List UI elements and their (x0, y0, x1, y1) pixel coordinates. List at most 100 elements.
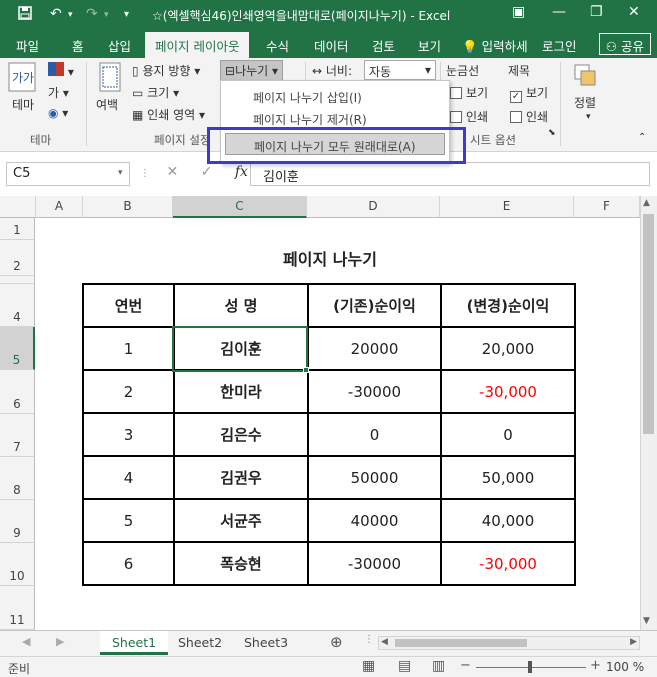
column-header-c[interactable]: C (173, 196, 307, 218)
orientation-button[interactable]: ▯ 용지 방향 ▾ (132, 62, 200, 79)
tab-file[interactable]: 파일 (16, 36, 39, 55)
restore-button[interactable]: ❐ (590, 4, 603, 20)
save-icon[interactable] (18, 6, 32, 24)
cancel-icon[interactable]: ✕ (166, 164, 178, 180)
themes-button[interactable]: 가가 (8, 62, 36, 92)
name-box[interactable]: C5 (6, 162, 130, 186)
row-header-9[interactable]: 9 (0, 500, 35, 543)
minimize-button[interactable]: — (552, 4, 566, 20)
row-header-2[interactable]: 2 (0, 240, 35, 276)
tab-data[interactable]: 데이터 (314, 36, 349, 55)
normal-view-icon[interactable]: ▦ (362, 658, 375, 674)
close-button[interactable]: ✕ (628, 4, 640, 20)
row-header-5[interactable]: 5 (0, 327, 35, 370)
scroll-tabs-right-icon[interactable]: ▶ (56, 635, 64, 648)
zoom-in-icon[interactable]: + (590, 658, 601, 673)
cell-no[interactable]: 4 (82, 455, 175, 500)
enter-icon[interactable]: ✓ (201, 164, 213, 180)
row-header-11[interactable]: 11 (0, 586, 35, 630)
headings-print-checkbox[interactable]: 인쇄 (510, 108, 548, 125)
share-button[interactable]: ⚇ 공유 (598, 33, 651, 55)
cell-old-profit[interactable]: 50000 (307, 455, 442, 500)
gridlines-print-checkbox[interactable]: 인쇄 (450, 108, 488, 125)
undo-dropdown-icon[interactable]: ▾ (68, 10, 73, 20)
column-header-e[interactable]: E (440, 196, 574, 218)
collapse-ribbon-icon[interactable]: ⌃ (638, 132, 646, 143)
cell-name[interactable]: 서균주 (173, 498, 309, 543)
insert-function-icon[interactable]: fx (235, 164, 248, 180)
tab-review[interactable]: 검토 (372, 36, 395, 55)
cell-old-profit[interactable]: 40000 (307, 498, 442, 543)
cell-name[interactable]: 김권우 (173, 455, 309, 500)
header-cell-new-profit[interactable]: (변경)순이익 (440, 283, 576, 328)
cell-new-profit[interactable]: -30,000 (440, 541, 576, 586)
redo-dropdown-icon[interactable]: ▾ (104, 10, 109, 20)
sheet-tab-sheet3[interactable]: Sheet3 (232, 631, 300, 655)
formula-input[interactable]: 김이훈 (250, 162, 650, 186)
new-sheet-plus-icon[interactable]: ⊕ (330, 633, 343, 651)
undo-icon[interactable]: ↶ (50, 6, 62, 22)
header-cell-old-profit[interactable]: (기존)순이익 (307, 283, 442, 328)
cell-no[interactable]: 6 (82, 541, 175, 586)
redo-icon[interactable]: ↷ (86, 6, 98, 22)
header-cell-name[interactable]: 성 명 (173, 283, 309, 328)
row-header-7[interactable]: 7 (0, 414, 35, 457)
row-header-3[interactable] (0, 276, 35, 284)
fonts-button[interactable]: 가 ▾ (48, 84, 69, 101)
size-button[interactable]: ▭ 크기 ▾ (132, 84, 179, 101)
cell-new-profit[interactable]: 20,000 (440, 326, 576, 371)
ribbon-display-options-icon[interactable]: ▣ (512, 4, 525, 20)
row-header-6[interactable]: 6 (0, 370, 35, 414)
cell-old-profit[interactable]: -30000 (307, 369, 442, 414)
sheet-tab-sheet1[interactable]: Sheet1 (100, 631, 169, 655)
cell-name[interactable]: 폭승현 (173, 541, 309, 586)
cell-old-profit[interactable]: -30000 (307, 541, 442, 586)
gridlines-view-checkbox[interactable]: 보기 (450, 84, 488, 101)
print-area-button[interactable]: ▦ 인쇄 영역 ▾ (132, 106, 205, 123)
fill-handle[interactable] (303, 367, 309, 373)
horizontal-scrollbar[interactable]: ◀ ▶ (378, 636, 640, 650)
tab-home[interactable]: 홈 (72, 36, 84, 55)
cell-new-profit[interactable]: 0 (440, 412, 576, 457)
zoom-level[interactable]: 100 % (606, 660, 644, 674)
cell-no[interactable]: 5 (82, 498, 175, 543)
row-header-4[interactable]: 4 (0, 284, 35, 327)
tab-page-layout[interactable]: 페이지 레이아웃 (145, 32, 250, 58)
effects-button[interactable]: ◉ ▾ (48, 106, 68, 120)
sheet-tab-sheet2[interactable]: Sheet2 (166, 631, 234, 655)
cell-name[interactable]: 한미라 (173, 369, 309, 414)
scroll-tabs-left-icon[interactable]: ◀ (22, 635, 30, 648)
width-select[interactable]: 자동 ▾ (364, 60, 436, 80)
customize-quick-access-icon[interactable]: ▾ (124, 9, 129, 20)
column-header-f[interactable]: F (574, 196, 640, 218)
cell-no[interactable]: 3 (82, 412, 175, 457)
scroll-left-icon[interactable]: ◀ (381, 637, 388, 647)
tab-formulas[interactable]: 수식 (266, 36, 289, 55)
header-cell-no[interactable]: 연번 (82, 283, 175, 328)
zoom-out-icon[interactable]: − (460, 658, 471, 673)
horizontal-scroll-thumb[interactable] (395, 639, 527, 647)
select-all-corner[interactable] (0, 196, 36, 218)
sheet-title[interactable]: 페이지 나누기 (180, 246, 480, 270)
chevron-down-icon[interactable]: ▾ (118, 168, 123, 178)
insert-page-break-item[interactable]: 페이지 나누기 삽입(I) (221, 85, 449, 107)
sign-in-link[interactable]: 로그인 (542, 36, 577, 55)
cell-no[interactable]: 1 (82, 326, 175, 371)
scroll-right-icon[interactable]: ▶ (630, 637, 637, 647)
colors-button[interactable]: ▾ (48, 62, 74, 79)
margins-button[interactable] (98, 62, 122, 92)
row-header-1[interactable]: 1 (0, 218, 35, 240)
tell-me-search[interactable]: 💡 입력하세 (462, 36, 528, 55)
scroll-down-icon[interactable]: ▼ (643, 616, 650, 626)
cell-old-profit[interactable]: 20000 (307, 326, 442, 371)
column-header-a[interactable]: A (36, 196, 83, 218)
cell-new-profit[interactable]: -30,000 (440, 369, 576, 414)
zoom-slider-thumb[interactable] (528, 661, 532, 673)
page-layout-view-icon[interactable]: ▤ (398, 658, 411, 674)
vertical-scroll-thumb[interactable] (643, 214, 654, 434)
page-break-preview-icon[interactable]: ▥ (432, 658, 445, 674)
breaks-button[interactable]: ⊟나누기 ▾ (220, 60, 284, 81)
cell-old-profit[interactable]: 0 (307, 412, 442, 457)
column-header-d[interactable]: D (307, 196, 440, 218)
arrange-button[interactable] (572, 62, 598, 90)
